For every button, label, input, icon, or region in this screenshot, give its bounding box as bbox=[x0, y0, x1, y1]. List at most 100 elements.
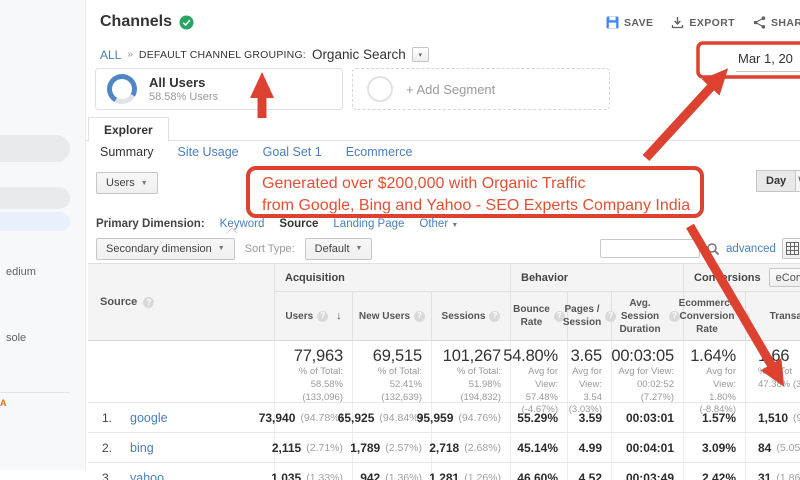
subtab-goal-set-1[interactable]: Goal Set 1 bbox=[263, 145, 322, 159]
group-header-acquisition: Acquisition bbox=[275, 264, 511, 291]
save-label: SAVE bbox=[624, 16, 654, 29]
page-title: Channels bbox=[100, 13, 173, 30]
share-button[interactable]: SHARE bbox=[753, 16, 800, 29]
source-link-bing[interactable]: bing bbox=[130, 441, 154, 455]
column-header-sessions[interactable]: Sessions? bbox=[432, 292, 511, 340]
sidebar-attribution-badge: A bbox=[0, 398, 7, 408]
add-segment-card[interactable]: + Add Segment bbox=[352, 68, 610, 110]
column-header-source[interactable]: Source bbox=[100, 296, 137, 308]
annotation-line-2: from Google, Bing and Yahoo - SEO Expert… bbox=[262, 196, 691, 214]
chevron-down-icon: ▼ bbox=[451, 222, 459, 229]
source-link-google[interactable]: google bbox=[130, 411, 168, 425]
table-view-button[interactable] bbox=[781, 238, 800, 259]
total-avg-session-duration: 00:03:05 bbox=[611, 347, 674, 365]
grid-view-icon bbox=[786, 242, 800, 255]
breadcrumb-separator: » bbox=[127, 49, 133, 60]
save-floppy-icon bbox=[606, 16, 619, 29]
left-sidebar: edium sole A bbox=[0, 0, 86, 470]
main-content: Channels SAVE EXPORT SHAR ALL » DEFAULT … bbox=[86, 0, 800, 480]
group-behavior-label: Behavior bbox=[521, 271, 569, 284]
granularity-week-button[interactable]: W bbox=[796, 170, 800, 192]
sidebar-divider bbox=[0, 392, 70, 393]
chevron-down-icon: ▼ bbox=[140, 179, 148, 187]
search-icon[interactable] bbox=[706, 242, 720, 256]
subtab-summary[interactable]: Summary bbox=[100, 145, 153, 159]
help-icon[interactable]: ? bbox=[143, 296, 155, 308]
tab-bar bbox=[86, 117, 800, 141]
subtab-ecommerce[interactable]: Ecommerce bbox=[346, 145, 413, 159]
column-header-transactions[interactable]: Transactions? bbox=[746, 292, 800, 340]
sidebar-item-pill-1[interactable] bbox=[0, 135, 70, 162]
date-range-value: Mar 1, 20 bbox=[736, 48, 800, 72]
data-table: Source ? Acquisition Behavior Conversion… bbox=[88, 263, 800, 480]
help-icon[interactable]: ? bbox=[317, 310, 329, 322]
annotation-callout: Generated over $200,000 with Organic Tra… bbox=[246, 166, 704, 218]
share-label: SHARE bbox=[771, 16, 800, 29]
add-segment-circle-icon bbox=[367, 76, 393, 102]
sort-type-label: Sort Type: bbox=[244, 242, 295, 255]
totals-row: 77,963% of Total: 58.58% (133,096) 69,51… bbox=[88, 341, 800, 415]
dimension-landing-page[interactable]: Landing Page bbox=[333, 218, 404, 230]
column-header-pages-session[interactable]: Pages / Session? bbox=[563, 292, 617, 340]
table-header: Source ? Acquisition Behavior Conversion… bbox=[88, 263, 800, 341]
segment-donut-icon bbox=[107, 74, 137, 104]
total-new-users: 69,515 bbox=[372, 347, 422, 365]
secondary-dimension-label: Secondary dimension bbox=[106, 242, 212, 255]
sidebar-item-pill-active[interactable] bbox=[0, 212, 70, 231]
secondary-dimension-button[interactable]: Secondary dimension ▼ bbox=[96, 237, 235, 260]
table-row-bing: 2. bing 2,115 (2.71%) 1,789 (2.57%) 2,718 (2… bbox=[88, 433, 800, 463]
metric-selector-button[interactable]: Users ▼ bbox=[96, 172, 158, 194]
column-header-ecommerce-conversion-rate[interactable]: Ecommerce Conversion Rate? bbox=[679, 292, 751, 340]
conversions-type-value: eCommerce bbox=[775, 271, 800, 284]
breadcrumb-all-link[interactable]: ALL bbox=[100, 48, 121, 62]
group-header-behavior: Behavior bbox=[511, 264, 684, 291]
column-header-avg-session-duration[interactable]: Avg. Session Duration? bbox=[612, 292, 684, 340]
breadcrumb-group-label: DEFAULT CHANNEL GROUPING: bbox=[138, 48, 306, 61]
breadcrumb-group-value[interactable]: Organic Search bbox=[312, 47, 406, 62]
subtab-site-usage[interactable]: Site Usage bbox=[177, 145, 238, 159]
advanced-search-link[interactable]: advanced bbox=[726, 243, 776, 255]
dimension-other[interactable]: Other ▼ bbox=[419, 218, 458, 230]
sidebar-item-pill-2[interactable] bbox=[0, 187, 70, 209]
column-header-bounce-rate[interactable]: Bounce Rate? bbox=[511, 292, 568, 340]
total-sessions: 101,267 bbox=[442, 347, 501, 365]
total-transactions: 1,66 bbox=[758, 347, 790, 365]
share-icon bbox=[753, 16, 766, 29]
metric-selector-label: Users bbox=[106, 177, 135, 189]
group-header-conversions: Conversions eCommerce ▼ bbox=[684, 264, 800, 291]
sidebar-item-search-console[interactable]: sole bbox=[6, 332, 26, 344]
sort-descending-icon: ↓ bbox=[336, 309, 342, 322]
sidebar-item-source-medium[interactable]: edium bbox=[6, 266, 36, 278]
source-link-yahoo[interactable]: yahoo bbox=[130, 471, 164, 480]
help-icon[interactable]: ? bbox=[489, 310, 501, 322]
table-search-input[interactable] bbox=[600, 239, 700, 258]
channel-grouping-dropdown-button[interactable]: ▾ bbox=[411, 47, 429, 62]
tab-explorer[interactable]: Explorer bbox=[88, 117, 169, 142]
column-header-users[interactable]: Users? ↓ bbox=[275, 292, 353, 340]
save-button[interactable]: SAVE bbox=[606, 16, 653, 29]
dimension-keyword[interactable]: Keyword bbox=[220, 218, 265, 230]
chevron-down-icon: ▼ bbox=[217, 245, 225, 252]
granularity-day-button[interactable]: Day bbox=[756, 170, 797, 192]
sort-type-button[interactable]: Default ▼ bbox=[304, 237, 373, 260]
column-header-new-users[interactable]: New Users? bbox=[353, 292, 432, 340]
add-segment-label: + Add Segment bbox=[406, 81, 496, 97]
dimension-source[interactable]: Source bbox=[279, 218, 318, 230]
total-ecommerce-conversion-rate: 1.64% bbox=[690, 347, 736, 365]
export-button[interactable]: EXPORT bbox=[671, 16, 735, 29]
total-bounce-rate: 54.80% bbox=[503, 347, 558, 365]
segment-title: All Users bbox=[149, 74, 206, 90]
group-acquisition-label: Acquisition bbox=[285, 271, 345, 284]
annotation-line-1: Generated over $200,000 with Organic Tra… bbox=[262, 175, 586, 192]
table-row-google: 1. google 73,940 (94.78%) 65,925 (94.84%) 9… bbox=[88, 403, 800, 433]
total-pages-session: 3.65 bbox=[570, 347, 603, 365]
verified-check-icon bbox=[179, 15, 194, 29]
dimension-other-label: Other bbox=[419, 218, 449, 230]
date-range-selector[interactable]: Mar 1, 20 bbox=[712, 48, 800, 72]
help-icon[interactable]: ? bbox=[414, 310, 426, 322]
export-label: EXPORT bbox=[689, 16, 735, 29]
group-conversions-label: Conversions bbox=[694, 271, 761, 284]
segment-all-users-card[interactable]: All Users 58.58% Users bbox=[95, 68, 343, 110]
conversions-type-dropdown[interactable]: eCommerce ▼ bbox=[768, 268, 800, 287]
table-row-yahoo: 3. yahoo 1,035 (1.33%) 942 (1.36%) 1,281 (1.… bbox=[88, 463, 800, 480]
